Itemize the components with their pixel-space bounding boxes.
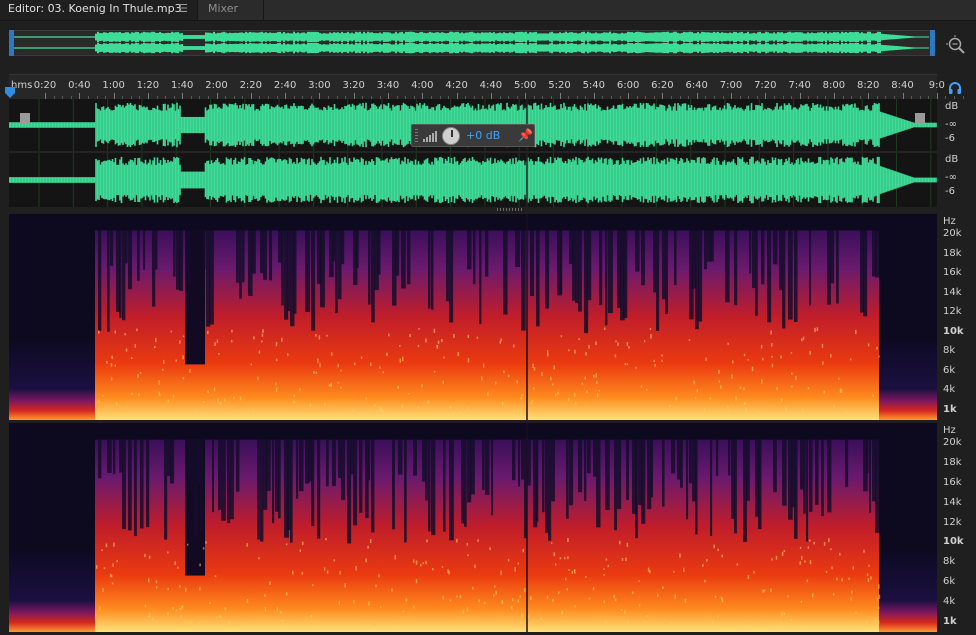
amp-unit: dB xyxy=(945,154,959,165)
level-meter-icon xyxy=(423,131,437,142)
hz-label: 20k xyxy=(943,228,962,239)
frequency-scale-top: Hz 20k 18k 16k 14k 12k 10k 8k 6k 4k 1k xyxy=(937,214,976,420)
ruler-label: 1:40 xyxy=(170,80,194,91)
split-grip-handle[interactable] xyxy=(497,208,523,211)
tab-editor[interactable]: Editor: 03. Koenig In Thule.mp3 ☰ xyxy=(0,0,198,20)
ruler-label: 6:00 xyxy=(616,80,640,91)
amp-minus6: -6 xyxy=(945,133,955,144)
hud-db-value: +0 dB xyxy=(466,129,501,142)
tab-editor-label: Editor: 03. Koenig In Thule.mp3 xyxy=(8,2,182,15)
ruler-label: 3:00 xyxy=(308,80,331,91)
headphones-icon[interactable] xyxy=(947,80,963,96)
ruler-label: 2:20 xyxy=(239,80,263,91)
ruler-label: 2:40 xyxy=(273,80,297,91)
hz-label: 8k xyxy=(943,556,956,568)
overview-navigator[interactable] xyxy=(9,30,935,56)
amplitude-scale-bottom: dB -∞ -6 xyxy=(937,152,976,206)
frequency-scale-bottom: Hz 20k 18k 16k 14k 12k 10k 8k 6k 4k 1k xyxy=(937,423,976,632)
amp-inf: -∞ xyxy=(945,172,957,183)
hz-label: 18k xyxy=(943,247,962,259)
spectral-display-left[interactable] xyxy=(9,214,937,420)
hz-label: 16k xyxy=(943,267,962,279)
overview-left-handle[interactable] xyxy=(9,30,14,56)
volume-knob-icon[interactable] xyxy=(442,127,460,145)
zoom-icon[interactable] xyxy=(945,34,967,56)
ruler-label: 0:40 xyxy=(68,80,91,91)
hz-unit: Hz xyxy=(943,425,956,436)
ruler-label: 5:00 xyxy=(513,80,537,91)
ruler-label: 7:40 xyxy=(788,80,811,91)
spectrogram-left xyxy=(9,214,937,420)
ruler-label: 7:20 xyxy=(754,80,777,91)
amp-unit: dB xyxy=(945,101,959,112)
ruler-label: 3:40 xyxy=(376,80,400,91)
hud-grip-icon[interactable] xyxy=(415,129,418,143)
ruler-label: 9:0 xyxy=(928,80,945,91)
tab-mixer[interactable]: Mixer xyxy=(198,0,264,20)
hz-label: 1k xyxy=(943,404,957,415)
volume-hud[interactable]: +0 dB 📌 xyxy=(411,124,535,147)
hz-label: 10k xyxy=(943,325,964,337)
hz-label: 18k xyxy=(943,456,962,468)
hz-label: 6k xyxy=(943,576,956,588)
spectral-display-right[interactable] xyxy=(9,423,937,632)
hz-label: 4k xyxy=(943,384,956,396)
hz-label: 8k xyxy=(943,345,956,357)
ruler-label: 1:00 xyxy=(102,80,125,91)
tab-bar: Editor: 03. Koenig In Thule.mp3 ☰ Mixer xyxy=(0,0,976,21)
ruler-label: 8:20 xyxy=(856,80,880,91)
pin-icon[interactable]: 📌 xyxy=(518,128,533,144)
ruler-label: 6:20 xyxy=(651,80,674,91)
overview-waveform xyxy=(10,31,934,55)
hz-label: 6k xyxy=(943,364,956,376)
ruler-label: 7:00 xyxy=(719,80,743,91)
overview-right-handle[interactable] xyxy=(930,30,935,56)
ruler-label: 6:40 xyxy=(685,80,708,91)
amp-minus6: -6 xyxy=(945,186,955,197)
hz-label: 14k xyxy=(943,286,962,298)
amp-inf: -∞ xyxy=(945,119,957,130)
hz-label: 20k xyxy=(943,437,962,448)
fade-out-handle[interactable] xyxy=(915,113,925,123)
fade-in-handle[interactable] xyxy=(20,113,30,123)
ruler-label: 4:20 xyxy=(445,80,468,91)
hz-unit: Hz xyxy=(943,216,956,227)
ruler-label: 4:40 xyxy=(479,80,503,91)
playhead-marker[interactable] xyxy=(4,87,16,99)
ruler-label: 3:20 xyxy=(342,80,365,91)
hz-label: 12k xyxy=(943,516,962,528)
waveform-display[interactable] xyxy=(9,99,937,207)
hz-label: 4k xyxy=(943,596,956,608)
ruler-label: 8:40 xyxy=(891,80,914,91)
hz-label: 10k xyxy=(943,536,964,548)
amplitude-scale-top: dB -∞ -6 xyxy=(937,99,976,153)
hz-label: 12k xyxy=(943,306,962,318)
ruler-label: 0:20 xyxy=(33,80,57,91)
spectrogram-right xyxy=(9,423,937,632)
hz-label: 16k xyxy=(943,476,962,488)
ruler-label: 2:00 xyxy=(205,80,228,91)
ruler-label: 5:20 xyxy=(548,80,571,91)
ruler-label: 8:00 xyxy=(822,80,846,91)
ruler-label: 4:00 xyxy=(411,80,434,91)
time-ruler[interactable]: hms 0:20 0:40 1:00 1:20 1:40 2:00 2:20 2:40 3:00… xyxy=(9,74,964,99)
waveform-channels xyxy=(9,99,937,207)
hz-label: 1k xyxy=(943,616,957,627)
tab-mixer-label: Mixer xyxy=(208,2,239,15)
hamburger-menu-icon[interactable]: ☰ xyxy=(176,0,190,18)
ruler-label: 1:20 xyxy=(136,80,160,91)
hz-label: 14k xyxy=(943,496,962,508)
ruler-label: 5:40 xyxy=(582,80,606,91)
